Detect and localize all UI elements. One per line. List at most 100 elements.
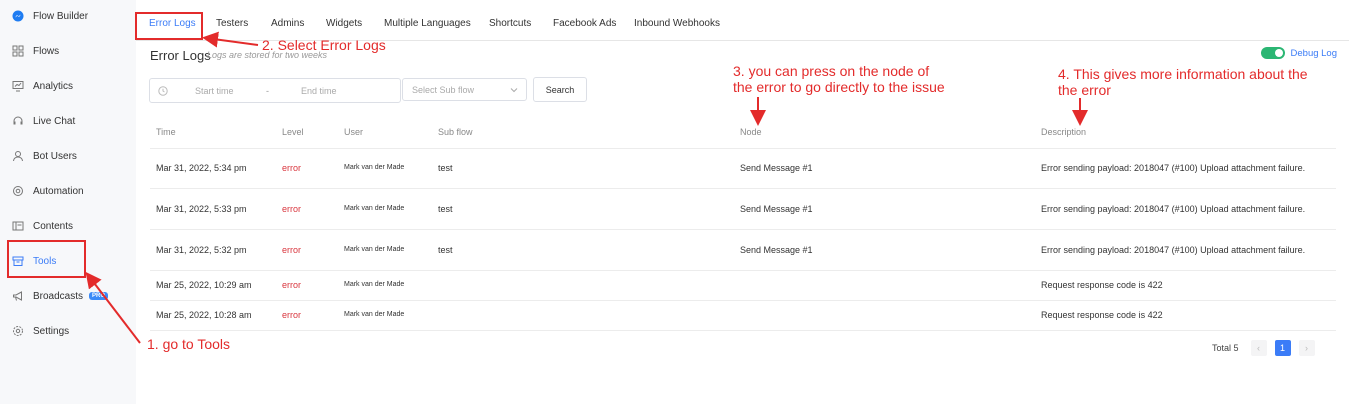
search-button[interactable]: Search [533, 77, 587, 102]
cell-subflow[interactable]: test [438, 204, 453, 214]
sidebar: Flow Builder Flows Analytics Live Chat B… [0, 0, 136, 404]
annotation-step-3-line-1: 3. you can press on the node of [733, 63, 930, 79]
contents-icon [12, 220, 24, 232]
main-panel: Error Logs Testers Admins Widgets Multip… [136, 0, 1349, 404]
range-separator: - [266, 85, 269, 96]
sidebar-item-label: Broadcasts [33, 290, 84, 302]
cell-subflow[interactable]: test [438, 245, 453, 255]
highlight-tools-item [7, 240, 86, 278]
gear-icon [12, 325, 24, 337]
user-icon [12, 150, 24, 162]
messenger-icon [12, 10, 24, 22]
cell-subflow[interactable]: test [438, 163, 453, 173]
cell-user[interactable]: Mark van der Made [344, 246, 404, 253]
cell-description: Error sending payload: 2018047 (#100) Up… [1041, 163, 1306, 173]
clock-icon [158, 85, 168, 96]
tab-shortcuts[interactable]: Shortcuts [489, 18, 531, 29]
cell-user[interactable]: Mark van der Made [344, 281, 404, 288]
annotation-step-3-line-2: the error to go directly to the issue [733, 79, 945, 95]
table-row[interactable]: Mar 25, 2022, 10:28 am error Mark van de… [150, 301, 1336, 331]
table-row[interactable]: Mar 25, 2022, 10:29 am error Mark van de… [150, 271, 1336, 301]
column-header-description[interactable]: Description [1041, 127, 1086, 137]
page-button-current[interactable]: 1 [1274, 340, 1291, 356]
start-time-input[interactable]: Start time [195, 86, 234, 96]
tab-inbound-webhooks[interactable]: Inbound Webhooks [634, 18, 720, 29]
cell-user[interactable]: Mark van der Made [344, 205, 404, 212]
sidebar-item-flow-builder[interactable]: Flow Builder [12, 3, 88, 29]
column-header-level[interactable]: Level [282, 127, 304, 137]
annotation-step-4-line-1: 4. This gives more information about the [1058, 66, 1308, 82]
table-row[interactable]: Mar 31, 2022, 5:33 pm error Mark van der… [150, 189, 1336, 230]
cell-user[interactable]: Mark van der Made [344, 164, 404, 171]
cell-description: Error sending payload: 2018047 (#100) Up… [1041, 245, 1306, 255]
annotation-step-2: 2. Select Error Logs [262, 37, 386, 53]
column-header-time[interactable]: Time [156, 127, 176, 137]
tab-facebook-ads[interactable]: Facebook Ads [553, 18, 616, 29]
sidebar-item-flows[interactable]: Flows [12, 38, 59, 64]
tab-testers[interactable]: Testers [216, 18, 248, 29]
cell-time: Mar 31, 2022, 5:33 pm [156, 204, 247, 214]
cell-level: error [282, 245, 302, 255]
grid-icon [12, 45, 24, 57]
cell-description: Request response code is 422 [1041, 310, 1163, 320]
sidebar-item-live-chat[interactable]: Live Chat [12, 108, 75, 134]
end-time-input[interactable]: End time [301, 86, 337, 96]
annotation-step-4-line-2: the error [1058, 82, 1111, 98]
toggle-switch[interactable] [1260, 47, 1285, 59]
sidebar-item-label: Analytics [33, 80, 74, 92]
annotation-step-1: 1. go to Tools [147, 336, 231, 352]
cell-node[interactable]: Send Message #1 [740, 204, 813, 214]
tab-admins[interactable]: Admins [271, 18, 304, 29]
cell-time: Mar 25, 2022, 10:28 am [156, 310, 252, 320]
cell-user[interactable]: Mark van der Made [344, 311, 404, 318]
subflow-select[interactable]: Select Sub flow [402, 78, 527, 101]
cell-level: error [282, 163, 302, 173]
cell-time: Mar 25, 2022, 10:29 am [156, 280, 252, 290]
pagination-total: Total 5 [1212, 343, 1239, 353]
pro-badge: PRO [89, 292, 109, 300]
headset-icon [12, 115, 24, 127]
cell-level: error [282, 204, 302, 214]
cell-node[interactable]: Send Message #1 [740, 245, 813, 255]
next-page-button[interactable]: › [1298, 340, 1315, 356]
sidebar-item-contents[interactable]: Contents [12, 213, 73, 239]
pagination: Total 5 ‹ 1 › [1212, 340, 1315, 356]
debug-log-toggle[interactable]: Debug Log [1260, 47, 1337, 59]
sidebar-item-broadcasts[interactable]: Broadcasts PRO [12, 283, 109, 309]
chevron-down-icon [510, 88, 518, 93]
tab-multiple-languages[interactable]: Multiple Languages [384, 18, 471, 29]
sidebar-item-analytics[interactable]: Analytics [12, 73, 73, 99]
debug-log-label: Debug Log [1290, 47, 1337, 59]
column-header-user[interactable]: User [344, 127, 363, 137]
chart-icon [12, 80, 24, 92]
cell-node[interactable]: Send Message #1 [740, 163, 813, 173]
cell-time: Mar 31, 2022, 5:32 pm [156, 245, 247, 255]
cell-time: Mar 31, 2022, 5:34 pm [156, 163, 247, 173]
subflow-placeholder: Select Sub flow [412, 84, 475, 95]
sidebar-item-automation[interactable]: Automation [12, 178, 84, 204]
sidebar-item-bot-users[interactable]: Bot Users [12, 143, 77, 169]
cell-description: Error sending payload: 2018047 (#100) Up… [1041, 204, 1306, 214]
sidebar-item-label: Settings [33, 325, 70, 337]
highlight-error-logs-tab [135, 12, 203, 40]
tab-widgets[interactable]: Widgets [326, 18, 362, 29]
sidebar-item-label: Contents [33, 220, 74, 232]
prev-page-button[interactable]: ‹ [1250, 340, 1267, 356]
sidebar-item-label: Bot Users [33, 150, 77, 162]
sidebar-item-label: Flow Builder [33, 10, 89, 22]
sidebar-item-label: Flows [33, 45, 60, 57]
sidebar-item-label: Automation [33, 185, 84, 197]
sidebar-item-label: Live Chat [33, 115, 76, 127]
column-header-subflow[interactable]: Sub flow [438, 127, 473, 137]
megaphone-icon [12, 290, 24, 302]
table-header: Time Level User Sub flow Node Descriptio… [150, 117, 1336, 149]
cell-description: Request response code is 422 [1041, 280, 1163, 290]
automation-icon [12, 185, 24, 197]
table-row[interactable]: Mar 31, 2022, 5:32 pm error Mark van der… [150, 230, 1336, 271]
column-header-node[interactable]: Node [740, 127, 762, 137]
sidebar-item-settings[interactable]: Settings [12, 318, 69, 344]
date-range-picker[interactable]: Start time - End time [149, 78, 401, 103]
table-row[interactable]: Mar 31, 2022, 5:34 pm error Mark van der… [150, 148, 1336, 189]
page-title: Error Logs [150, 48, 211, 63]
cell-level: error [282, 310, 302, 320]
